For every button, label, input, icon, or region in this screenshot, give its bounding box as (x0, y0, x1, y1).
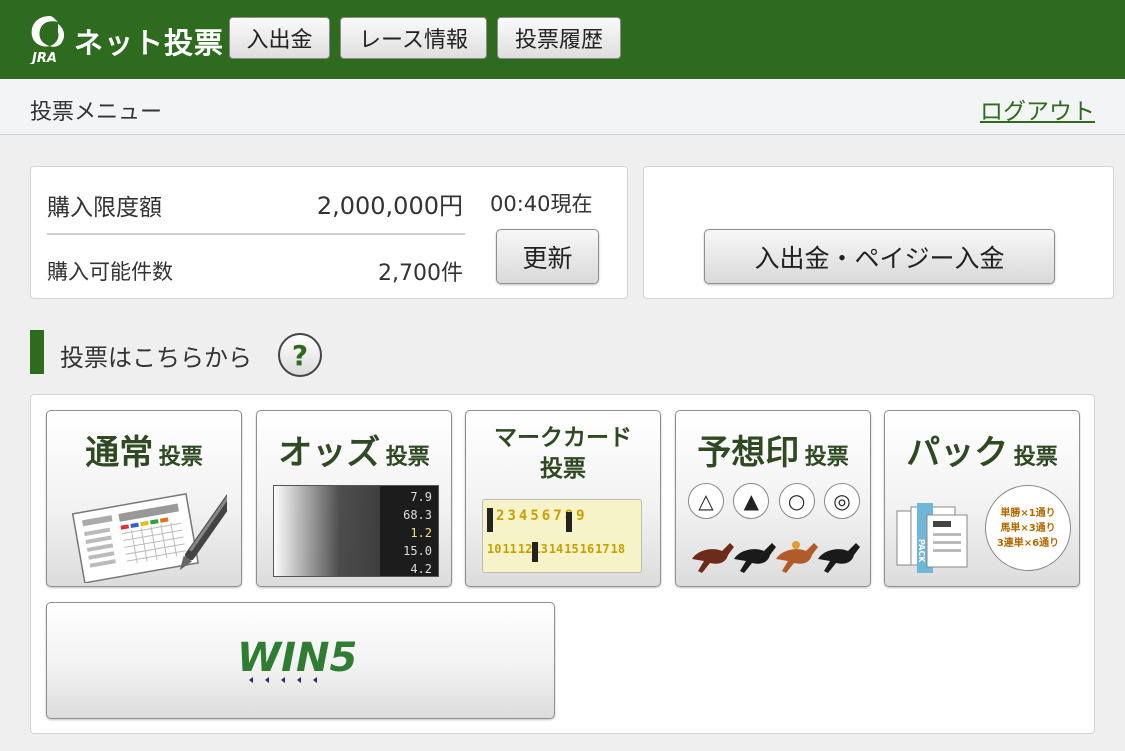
mark-number: 14 (548, 542, 564, 556)
win5-logo: WIN5 (237, 635, 355, 683)
mark-number: 7 (553, 508, 562, 524)
mark-number: 16 (579, 542, 595, 556)
app-header: JRA ネット投票 入出金 レース情報 投票履歴 (0, 0, 1125, 79)
section-accent-bar (30, 330, 44, 374)
nav-deposit-withdraw-button[interactable]: 入出金 (229, 17, 330, 59)
mark-numbers-bottom: 10 11 12 13 14 15 16 17 18 (487, 542, 625, 556)
sub-header-bar: 投票メニュー ログアウト (0, 79, 1125, 135)
page-title: 投票メニュー (30, 100, 163, 125)
refresh-button[interactable]: 更新 (496, 229, 599, 284)
help-button[interactable]: ? (278, 333, 322, 377)
mark-number: 2 (496, 508, 505, 524)
mark-triangle-icon: △ (688, 483, 724, 519)
mark-double-circle-icon: ◎ (823, 483, 860, 519)
card-title-sub: 投票 (158, 445, 203, 470)
purchase-limit-panel: 購入限度額 2,000,000円 00:40現在 購入可能件数 2,700件 更… (30, 166, 628, 299)
pack-bet-line: 単勝×1通り (1000, 507, 1056, 519)
mark-filled (487, 512, 493, 532)
available-count-value: 2,700件 (378, 261, 463, 286)
odds-value: 7.9 (410, 490, 432, 504)
mark-number: 3 (507, 508, 516, 524)
mark-number: 12 (517, 542, 533, 556)
odds-board: 7.9 68.3 1.2 15.0 4.2 (273, 485, 439, 577)
mark-number: 18 (610, 542, 626, 556)
mark-number: 10 (487, 542, 502, 556)
pack-vote-button[interactable]: パック 投票 PACK 単勝×1通り 馬単×3通り 3連単×6通り (884, 410, 1080, 587)
markcard-vote-button[interactable]: マークカード 投票 1 2 3 4 5 6 7 8 9 10 11 12 13 … (465, 410, 661, 587)
app-title: ネット投票 (74, 26, 225, 60)
purchase-limit-label: 購入限度額 (47, 195, 162, 221)
mark-filled (532, 542, 538, 562)
normal-vote-button[interactable]: 通常 投票 (46, 410, 242, 587)
card-title-main: 通常 (85, 433, 154, 473)
card-title-sub: 投票 (1013, 445, 1058, 470)
odds-value: 4.2 (410, 562, 432, 576)
odds-values: 7.9 68.3 1.2 15.0 4.2 (403, 488, 432, 578)
pack-bet-line: 3連単×6通り (996, 537, 1060, 549)
pack-slips-icon: PACK (896, 503, 968, 573)
deposit-payeasy-button[interactable]: 入出金・ペイジー入金 (704, 229, 1055, 284)
deposit-panel: 入出金・ペイジー入金 (643, 166, 1114, 299)
card-title-main: パック (906, 433, 1009, 473)
limit-timestamp: 00:40現在 (490, 192, 593, 216)
vote-section-heading: 投票はこちらから (60, 344, 252, 372)
bet-slip-pen-icon (71, 491, 227, 583)
pack-bet-bubble: 単勝×1通り 馬単×3通り 3連単×6通り (985, 485, 1071, 571)
jra-logo-text: JRA (29, 51, 57, 64)
jra-logo[interactable]: JRA ネット投票 (28, 12, 223, 68)
mark-number: 6 (541, 508, 551, 524)
card-title-main: 予想印 (697, 433, 800, 473)
card-title-line1: マークカード (494, 425, 632, 451)
win5-vote-button[interactable]: WIN5 (46, 602, 555, 719)
card-title-sub: 投票 (804, 445, 849, 470)
mark-number: 17 (595, 542, 610, 556)
odds-value: 68.3 (403, 508, 432, 522)
racehorses-icon (692, 541, 860, 573)
card-title-line2: 投票 (540, 456, 586, 482)
nav-race-info-button[interactable]: レース情報 (340, 17, 487, 59)
mark-number: 15 (564, 542, 579, 556)
mark-number: 11 (502, 542, 517, 556)
mark-card-sheet: 1 2 3 4 5 6 7 8 9 10 11 12 13 14 15 16 1… (482, 499, 642, 573)
mark-circle-icon: ○ (778, 483, 815, 519)
pack-label: PACK (917, 539, 926, 563)
pack-bet-line: 馬単×3通り (1000, 522, 1056, 534)
nav-vote-history-button[interactable]: 投票履歴 (497, 17, 621, 59)
logout-link[interactable]: ログアウト (980, 92, 1095, 126)
mark-number: 9 (576, 508, 585, 524)
odds-vote-button[interactable]: オッズ 投票 7.9 68.3 1.2 15.0 4.2 (256, 410, 452, 587)
mark-filled (566, 512, 572, 532)
card-title-sub: 投票 (385, 445, 430, 470)
mark-number: 5 (530, 508, 539, 524)
odds-value: 15.0 (403, 544, 432, 558)
purchase-limit-value: 2,000,000円 (316, 192, 463, 220)
panel-divider (47, 233, 465, 235)
jra-logo-icon: JRA (29, 16, 65, 64)
prediction-mark-vote-button[interactable]: 予想印 投票 △ ▲ ○ ◎ (675, 410, 871, 587)
mark-number: 4 (518, 508, 528, 524)
mark-filled-triangle-icon: ▲ (733, 483, 770, 519)
available-count-label: 購入可能件数 (47, 260, 173, 284)
card-title-main: オッズ (278, 433, 381, 473)
prediction-marks: △ ▲ ○ ◎ (688, 483, 860, 523)
odds-value: 1.2 (410, 526, 432, 540)
win5-label: WIN5 (237, 635, 355, 681)
